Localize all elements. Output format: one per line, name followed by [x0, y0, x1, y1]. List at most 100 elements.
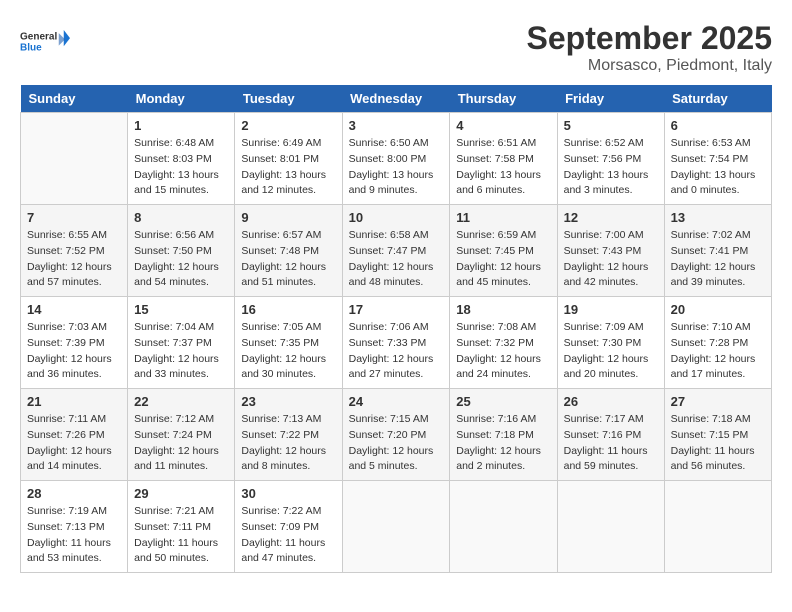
svg-text:General: General	[20, 31, 57, 42]
day-info: Sunrise: 6:48 AMSunset: 8:03 PMDaylight:…	[134, 136, 228, 199]
day-info: Sunrise: 7:10 AMSunset: 7:28 PMDaylight:…	[671, 320, 765, 383]
day-cell-3: 3 Sunrise: 6:50 AMSunset: 8:00 PMDaylight…	[342, 113, 450, 205]
day-info: Sunrise: 6:56 AMSunset: 7:50 PMDaylight:…	[134, 228, 228, 291]
day-info: Sunrise: 7:05 AMSunset: 7:35 PMDaylight:…	[241, 320, 335, 383]
day-number: 18	[456, 302, 550, 317]
day-info: Sunrise: 7:04 AMSunset: 7:37 PMDaylight:…	[134, 320, 228, 383]
header-tuesday: Tuesday	[235, 85, 342, 113]
day-info: Sunrise: 7:08 AMSunset: 7:32 PMDaylight:…	[456, 320, 550, 383]
day-number: 12	[564, 210, 658, 225]
week-row-4: 21Sunrise: 7:11 AMSunset: 7:26 PMDayligh…	[21, 389, 772, 481]
day-info: Sunrise: 6:52 AMSunset: 7:56 PMDaylight:…	[564, 136, 658, 199]
day-info: Sunrise: 7:00 AMSunset: 7:43 PMDaylight:…	[564, 228, 658, 291]
day-number: 30	[241, 486, 335, 501]
day-number: 16	[241, 302, 335, 317]
location: Morsasco, Piedmont, Italy	[527, 57, 772, 75]
day-number: 20	[671, 302, 765, 317]
day-number: 14	[27, 302, 121, 317]
header-monday: Monday	[128, 85, 235, 113]
day-cell-26: 26 Sunrise: 7:17 AMSunset: 7:16 PMDayligh…	[557, 389, 664, 481]
empty-cell	[21, 113, 128, 205]
day-cell-1: 1 Sunrise: 6:48 AMSunset: 8:03 PMDaylight…	[128, 113, 235, 205]
day-number: 9	[241, 210, 335, 225]
day-cell-24: 24 Sunrise: 7:15 AMSunset: 7:20 PMDayligh…	[342, 389, 450, 481]
day-cell-28: 28 Sunrise: 7:19 AMSunset: 7:13 PMDayligh…	[21, 481, 128, 573]
day-info: Sunrise: 7:15 AMSunset: 7:20 PMDaylight:…	[349, 412, 444, 475]
empty-cell	[342, 481, 450, 573]
day-number: 13	[671, 210, 765, 225]
day-cell-18: 18 Sunrise: 7:08 AMSunset: 7:32 PMDayligh…	[450, 297, 557, 389]
day-info: Sunrise: 6:55 AMSunset: 7:52 PMDaylight:…	[27, 228, 121, 291]
day-number: 7	[27, 210, 121, 225]
week-row-5: 28 Sunrise: 7:19 AMSunset: 7:13 PMDayligh…	[21, 481, 772, 573]
day-info: Sunrise: 7:22 AMSunset: 7:09 PMDaylight:…	[241, 504, 335, 567]
header-thursday: Thursday	[450, 85, 557, 113]
logo-svg: General Blue	[20, 20, 70, 65]
day-cell-15: 15 Sunrise: 7:04 AMSunset: 7:37 PMDayligh…	[128, 297, 235, 389]
day-cell-20: 20 Sunrise: 7:10 AMSunset: 7:28 PMDayligh…	[664, 297, 771, 389]
day-number: 15	[134, 302, 228, 317]
day-cell-4: 4 Sunrise: 6:51 AMSunset: 7:58 PMDaylight…	[450, 113, 557, 205]
title-block: September 2025 Morsasco, Piedmont, Italy	[527, 20, 772, 75]
day-number: 22	[134, 394, 228, 409]
day-cell-11: 11 Sunrise: 6:59 AMSunset: 7:45 PMDayligh…	[450, 205, 557, 297]
day-number: 27	[671, 394, 765, 409]
day-cell-10: 10 Sunrise: 6:58 AMSunset: 7:47 PMDayligh…	[342, 205, 450, 297]
day-cell-27: 27 Sunrise: 7:18 AMSunset: 7:15 PMDayligh…	[664, 389, 771, 481]
day-info: Sunrise: 6:58 AMSunset: 7:47 PMDaylight:…	[349, 228, 444, 291]
day-number: 26	[564, 394, 658, 409]
day-number: 2	[241, 118, 335, 133]
day-number: 3	[349, 118, 444, 133]
day-cell-8: 8 Sunrise: 6:56 AMSunset: 7:50 PMDaylight…	[128, 205, 235, 297]
empty-cell	[450, 481, 557, 573]
day-cell-30: 30 Sunrise: 7:22 AMSunset: 7:09 PMDayligh…	[235, 481, 342, 573]
month-title: September 2025	[527, 20, 772, 57]
day-number: 1	[134, 118, 228, 133]
week-row-1: 1 Sunrise: 6:48 AMSunset: 8:03 PMDaylight…	[21, 113, 772, 205]
day-number: 23	[241, 394, 335, 409]
day-info: Sunrise: 7:09 AMSunset: 7:30 PMDaylight:…	[564, 320, 658, 383]
empty-cell	[664, 481, 771, 573]
empty-cell	[557, 481, 664, 573]
day-info: Sunrise: 6:49 AMSunset: 8:01 PMDaylight:…	[241, 136, 335, 199]
day-number: 28	[27, 486, 121, 501]
header-row: SundayMondayTuesdayWednesdayThursdayFrid…	[21, 85, 772, 113]
header-sunday: Sunday	[21, 85, 128, 113]
day-number: 8	[134, 210, 228, 225]
day-info: Sunrise: 7:13 AMSunset: 7:22 PMDaylight:…	[241, 412, 335, 475]
day-info: Sunrise: 7:17 AMSunset: 7:16 PMDaylight:…	[564, 412, 658, 475]
page-header: General Blue September 2025 Morsasco, Pi…	[20, 20, 772, 75]
day-info: Sunrise: 6:59 AMSunset: 7:45 PMDaylight:…	[456, 228, 550, 291]
day-number: 6	[671, 118, 765, 133]
day-number: 24	[349, 394, 444, 409]
day-cell-6: 6Sunrise: 6:53 AMSunset: 7:54 PMDaylight…	[664, 113, 771, 205]
header-saturday: Saturday	[664, 85, 771, 113]
day-cell-21: 21Sunrise: 7:11 AMSunset: 7:26 PMDayligh…	[21, 389, 128, 481]
day-info: Sunrise: 7:19 AMSunset: 7:13 PMDaylight:…	[27, 504, 121, 567]
day-cell-2: 2 Sunrise: 6:49 AMSunset: 8:01 PMDaylight…	[235, 113, 342, 205]
day-info: Sunrise: 7:21 AMSunset: 7:11 PMDaylight:…	[134, 504, 228, 567]
day-number: 4	[456, 118, 550, 133]
day-info: Sunrise: 6:57 AMSunset: 7:48 PMDaylight:…	[241, 228, 335, 291]
day-info: Sunrise: 7:18 AMSunset: 7:15 PMDaylight:…	[671, 412, 765, 475]
day-cell-16: 16 Sunrise: 7:05 AMSunset: 7:35 PMDayligh…	[235, 297, 342, 389]
svg-text:Blue: Blue	[20, 43, 42, 54]
day-info: Sunrise: 7:16 AMSunset: 7:18 PMDaylight:…	[456, 412, 550, 475]
day-cell-22: 22 Sunrise: 7:12 AMSunset: 7:24 PMDayligh…	[128, 389, 235, 481]
day-cell-7: 7 Sunrise: 6:55 AMSunset: 7:52 PMDaylight…	[21, 205, 128, 297]
header-wednesday: Wednesday	[342, 85, 450, 113]
day-cell-19: 19Sunrise: 7:09 AMSunset: 7:30 PMDayligh…	[557, 297, 664, 389]
day-number: 11	[456, 210, 550, 225]
day-number: 10	[349, 210, 444, 225]
day-info: Sunrise: 6:51 AMSunset: 7:58 PMDaylight:…	[456, 136, 550, 199]
day-info: Sunrise: 7:02 AMSunset: 7:41 PMDaylight:…	[671, 228, 765, 291]
day-cell-23: 23 Sunrise: 7:13 AMSunset: 7:22 PMDayligh…	[235, 389, 342, 481]
day-info: Sunrise: 7:12 AMSunset: 7:24 PMDaylight:…	[134, 412, 228, 475]
logo: General Blue	[20, 20, 70, 65]
day-cell-25: 25Sunrise: 7:16 AMSunset: 7:18 PMDayligh…	[450, 389, 557, 481]
day-number: 21	[27, 394, 121, 409]
day-cell-17: 17Sunrise: 7:06 AMSunset: 7:33 PMDayligh…	[342, 297, 450, 389]
day-cell-12: 12 Sunrise: 7:00 AMSunset: 7:43 PMDayligh…	[557, 205, 664, 297]
day-info: Sunrise: 6:50 AMSunset: 8:00 PMDaylight:…	[349, 136, 444, 199]
day-info: Sunrise: 7:06 AMSunset: 7:33 PMDaylight:…	[349, 320, 444, 383]
